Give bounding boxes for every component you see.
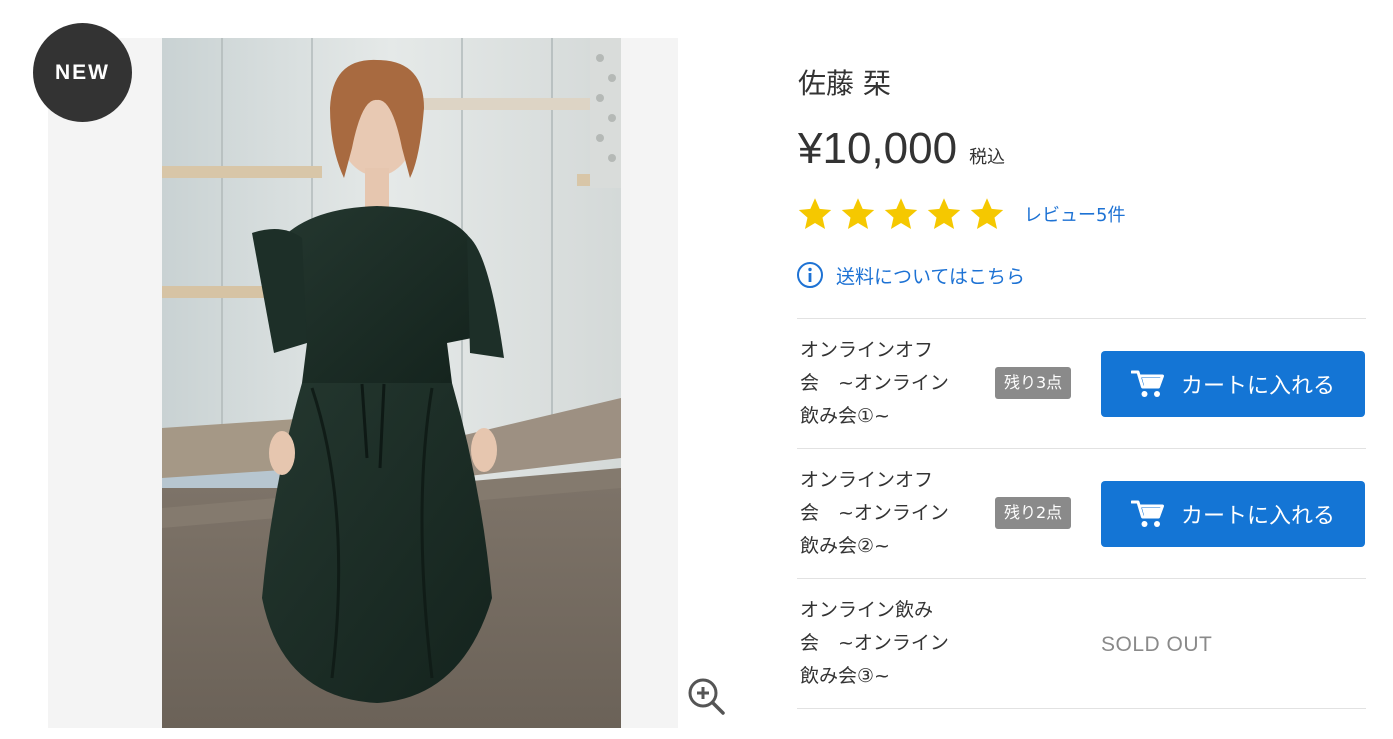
shopping-cart-icon xyxy=(1130,500,1164,527)
star-icon xyxy=(841,198,875,229)
tax-label: 税込 xyxy=(969,147,1006,168)
shipping-link-label[interactable]: 送料についてはこちら xyxy=(836,262,1025,289)
star-icon xyxy=(884,198,918,229)
star-icon xyxy=(970,198,1004,229)
star-rating xyxy=(796,196,1006,232)
star-icon xyxy=(798,198,832,229)
variant-list: オンラインオフ 会 ~オンライン 飲み会①~ 残り3点 カートに入れる オンライ… xyxy=(797,318,1366,709)
star-icon xyxy=(927,198,961,229)
add-to-cart-button[interactable]: カートに入れる xyxy=(1101,481,1365,547)
add-to-cart-label: カートに入れる xyxy=(1180,504,1335,529)
zoom-in-icon[interactable] xyxy=(686,676,726,716)
product-photo[interactable] xyxy=(162,38,621,728)
product-photo-illustration xyxy=(162,38,621,728)
price-row: ¥10,000 税込 xyxy=(798,124,1005,174)
variant-row: オンラインオフ 会 ~オンライン 飲み会②~ 残り2点 カートに入れる xyxy=(797,449,1366,579)
variant-row: オンラインオフ 会 ~オンライン 飲み会①~ 残り3点 カートに入れる xyxy=(797,319,1366,449)
stock-badge: 残り2点 xyxy=(995,497,1072,529)
product-price: ¥10,000 xyxy=(798,124,958,173)
add-to-cart-label: カートに入れる xyxy=(1180,374,1335,399)
shopping-cart-icon xyxy=(1130,370,1164,397)
variant-name: オンライン飲み 会 ~オンライン 飲み会③~ xyxy=(800,599,949,687)
rating-row: レビュー5件 xyxy=(796,196,1125,232)
shipping-info-link[interactable]: 送料についてはこちら xyxy=(796,260,1025,290)
variant-name: オンラインオフ 会 ~オンライン 飲み会①~ xyxy=(800,339,949,427)
product-title: 佐藤 栞 xyxy=(798,67,891,100)
variant-name: オンラインオフ 会 ~オンライン 飲み会②~ xyxy=(800,469,949,557)
add-to-cart-button[interactable]: カートに入れる xyxy=(1101,351,1365,417)
review-link[interactable]: レビュー5件 xyxy=(1024,201,1125,227)
sold-out-label: SOLD OUT xyxy=(1101,633,1213,656)
variant-row: オンライン飲み 会 ~オンライン 飲み会③~ SOLD OUT xyxy=(797,579,1366,709)
new-badge: NEW xyxy=(33,23,132,122)
stock-badge: 残り3点 xyxy=(995,367,1072,399)
info-circle-icon xyxy=(797,262,823,288)
new-badge-label: NEW xyxy=(55,60,110,84)
